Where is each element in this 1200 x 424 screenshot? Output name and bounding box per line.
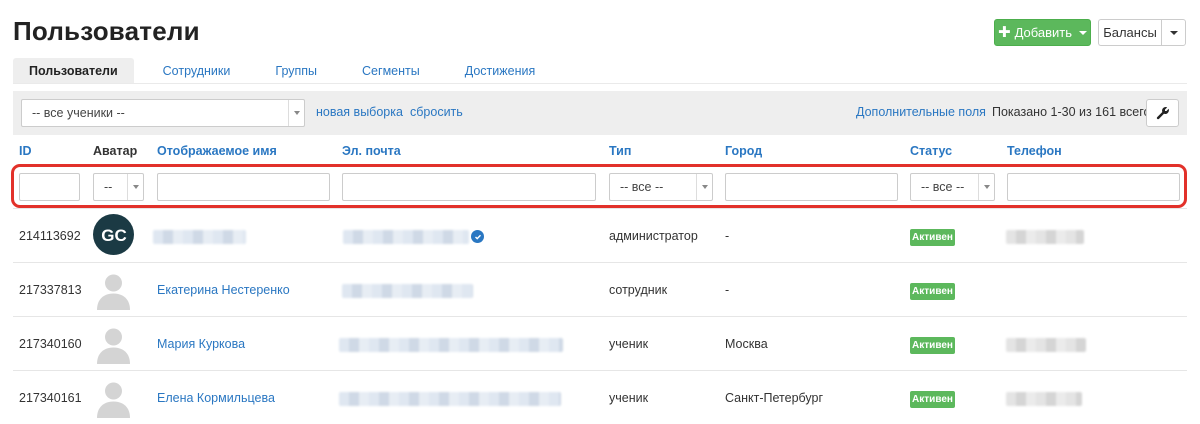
tab-groups[interactable]: Группы: [259, 58, 333, 83]
status-badge: Активен: [910, 229, 955, 246]
col-avatar: Аватар: [93, 144, 138, 158]
user-city: -: [725, 283, 730, 297]
add-button[interactable]: ✚ Добавить: [994, 19, 1091, 46]
settings-button[interactable]: [1146, 99, 1179, 127]
status-filter-select[interactable]: -- все --: [910, 173, 995, 201]
avatar-filter-value: --: [104, 180, 113, 194]
status-badge: Активен: [910, 337, 955, 354]
user-city: Москва: [725, 337, 768, 351]
phone-filter-input[interactable]: [1007, 173, 1180, 201]
id-filter-input[interactable]: [19, 173, 80, 201]
user-placeholder-icon[interactable]: [93, 269, 134, 310]
user-type: ученик: [609, 391, 649, 405]
avatar[interactable]: GC: [93, 214, 134, 255]
col-id[interactable]: ID: [19, 144, 32, 158]
redacted-email: [339, 392, 561, 406]
user-type: администратор: [609, 229, 698, 243]
avatar-filter-select[interactable]: --: [93, 173, 144, 201]
col-phone[interactable]: Телефон: [1007, 144, 1062, 158]
redacted-phone: [1006, 392, 1082, 406]
tab-users[interactable]: Пользователи: [13, 58, 134, 83]
user-id: 217337813: [19, 283, 82, 297]
redacted-email: [339, 338, 563, 352]
status-badge: Активен: [910, 391, 955, 408]
balance-button-group: Балансы: [1098, 19, 1186, 46]
redacted-name[interactable]: [153, 230, 246, 244]
user-name-link[interactable]: Мария Куркова: [157, 337, 245, 351]
user-name-link[interactable]: Екатерина Нестеренко: [157, 283, 290, 297]
user-type: сотрудник: [609, 283, 668, 297]
tab-achievements[interactable]: Достижения: [449, 58, 551, 83]
page-title: Пользователи: [13, 16, 200, 46]
city-filter-input[interactable]: [725, 173, 898, 201]
user-type: ученик: [609, 337, 649, 351]
chevron-down-icon: [1079, 30, 1088, 35]
redacted-phone: [1006, 338, 1086, 352]
status-badge: Активен: [910, 283, 955, 300]
tab-employees[interactable]: Сотрудники: [147, 58, 247, 83]
new-selection-link[interactable]: новая выборка: [316, 105, 403, 119]
redacted-email: [343, 230, 469, 244]
table-row: 217337813 Екатерина Нестеренко сотрудник…: [13, 262, 1187, 316]
add-button-label: Добавить: [1014, 25, 1073, 40]
col-type[interactable]: Тип: [609, 144, 631, 158]
svg-text:GC: GC: [101, 226, 127, 245]
email-filter-input[interactable]: [342, 173, 596, 201]
type-filter-value: -- все --: [620, 180, 664, 194]
user-id: 214113692: [19, 229, 81, 243]
col-email[interactable]: Эл. почта: [342, 144, 401, 158]
col-city[interactable]: Город: [725, 144, 762, 158]
redacted-phone: [1006, 230, 1084, 244]
status-filter-value: -- все --: [921, 180, 965, 194]
col-status[interactable]: Статус: [910, 144, 952, 158]
filter-bar: -- все ученики -- новая выборка сбросить…: [13, 91, 1187, 135]
chevron-down-icon: [1169, 30, 1178, 35]
extra-fields-link[interactable]: Дополнительные поля: [856, 105, 986, 119]
tabs: Пользователи Сотрудники Группы Сегменты …: [13, 58, 1187, 84]
chevron-down-icon: [978, 174, 994, 200]
balance-button[interactable]: Балансы: [1098, 19, 1161, 46]
user-name-link[interactable]: Елена Кормильцева: [157, 391, 275, 405]
verified-icon: [471, 230, 484, 243]
type-filter-select[interactable]: -- все --: [609, 173, 713, 201]
user-placeholder-icon[interactable]: [93, 377, 134, 418]
user-city: -: [725, 229, 730, 243]
redacted-email: [342, 284, 473, 298]
plus-icon: ✚: [997, 24, 1011, 41]
wrench-icon: [1156, 107, 1169, 120]
chevron-down-icon: [288, 100, 304, 126]
user-id: 217340161: [19, 391, 82, 405]
chevron-down-icon: [696, 174, 712, 200]
table-row: 217340161 Елена Кормильцева ученик Санкт…: [13, 370, 1187, 424]
user-city: Санкт-Петербург: [725, 391, 824, 405]
pagination-summary: Показано 1-30 из 161 всего.: [992, 105, 1154, 119]
user-id: 217340160: [19, 337, 82, 351]
col-name[interactable]: Отображаемое имя: [157, 144, 277, 158]
name-filter-input[interactable]: [157, 173, 330, 201]
segment-select-value: -- все ученики --: [32, 106, 125, 120]
chevron-down-icon: [127, 174, 143, 200]
table-row: 214113692 GC администратор - Активен: [13, 208, 1187, 262]
balance-dropdown-toggle[interactable]: [1161, 19, 1186, 46]
gc-logo-icon: GC: [101, 226, 127, 245]
segment-select[interactable]: -- все ученики --: [21, 99, 305, 127]
user-placeholder-icon[interactable]: [93, 323, 134, 364]
tab-segments[interactable]: Сегменты: [346, 58, 436, 83]
table-row: 217340160 Мария Куркова ученик Москва Ак…: [13, 316, 1187, 370]
reset-link[interactable]: сбросить: [410, 105, 463, 119]
